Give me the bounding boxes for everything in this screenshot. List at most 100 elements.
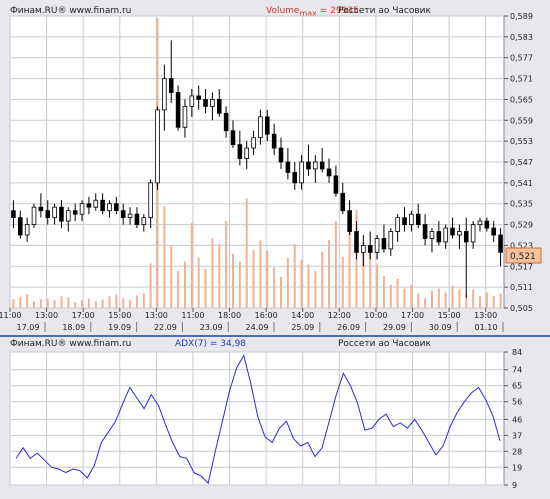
volume-bar [33,301,36,308]
candle-body [52,206,57,219]
volume-bar [142,293,145,308]
volume-bar [94,301,97,308]
candle-body [216,99,222,114]
candle-body [244,147,249,159]
volume-bar [190,222,193,308]
volume-bar [149,263,152,308]
volume-bar [430,290,433,308]
candle-body [292,172,298,184]
volume-bar [135,295,138,308]
candle-body [450,227,455,236]
price-tick-label: 0,517 [510,262,533,271]
volume-bar [87,298,90,308]
adx-tick-label: 65 [512,382,522,391]
volume-bar [12,299,15,308]
volume-bar [341,256,344,308]
price-tick-label: 0,553 [510,137,533,146]
candle-body [381,238,387,250]
candle-body [443,227,448,243]
candle-body [278,147,284,163]
adx-plot-area [9,351,505,486]
adx-tick-label: 28 [512,447,522,456]
candle-body [100,199,105,212]
date-tick-label: 29.09 [383,323,406,332]
candle-body [86,203,92,208]
candle-body [168,78,174,93]
date-tick-label: 30.09 [429,323,452,332]
date-tick-label: 19.09 [108,323,131,332]
candle-body [155,109,160,184]
price-tick-label: 0,547 [510,158,533,167]
candle-body [470,224,476,243]
candle-body [388,231,394,250]
volume-bar [458,289,461,308]
candle-body [148,182,153,219]
time-tick-label: 10:00 [364,311,387,320]
candle-body [127,213,133,219]
volume-bar [238,261,241,308]
candle-body [340,192,346,212]
volume-bar [300,259,303,308]
adx-tick-label: 9 [512,481,517,490]
time-tick-label: 17:00 [72,311,95,320]
candle-body [299,161,304,184]
volume-bar [417,293,420,308]
volume-bar [218,244,221,308]
candle-body [93,199,99,208]
volume-bar [328,240,331,308]
time-tick-label: 13:00 [35,311,58,320]
last-price-value: 0,521 [510,252,536,262]
volume-bar [252,249,255,308]
candle-body [162,78,167,111]
price-tick-label: 0,583 [510,33,533,42]
volume-bar [53,300,56,308]
time-tick-label: 16:00 [255,311,278,320]
last-price-marker: 0,521 [505,247,542,264]
date-tick-label: 17.09 [17,323,40,332]
date-tick-label: 18.09 [62,323,85,332]
candle-body [463,231,469,243]
time-tick-label: 13:00 [474,311,497,320]
volume-bar [492,296,495,308]
candle-body [477,220,483,225]
volume-bar [382,276,385,308]
volume-bar [314,271,317,308]
volume-bar [122,298,125,308]
adx-axis-labels: 84 74 65 56 46 37 28 19 9 [504,348,522,490]
candle-body [79,203,85,215]
candle-body [498,234,503,253]
volume-bar [499,293,502,308]
volume-bar [472,289,475,308]
volume-bar [225,220,228,308]
price-tick-label: 0,529 [510,221,533,230]
time-tick-label: 15:00 [108,311,131,320]
candle-body [59,206,64,222]
candle-body [306,161,311,170]
volume-bar [115,294,118,308]
volume-bar [39,299,42,308]
volume-bar [321,251,324,308]
adx-chart: 84 74 65 56 46 37 28 19 9 [9,348,522,490]
volume-bar [163,206,166,308]
candle-body [230,130,236,146]
time-tick-label: 15:00 [438,311,461,320]
volume-bar [293,244,296,308]
candle-body [182,105,188,128]
volume-bar [437,288,440,308]
volume-bar [424,298,427,308]
time-tick-label: 13:00 [145,311,168,320]
candle-body [326,168,332,177]
candle-body [45,210,51,219]
candle-body [409,213,414,225]
date-tick-label: 24.09 [246,323,269,332]
volume-bar [177,271,180,308]
price-tick-label: 0,559 [510,116,533,125]
volume-bar [410,284,413,308]
volume-bar [129,300,132,308]
volume-bar [478,296,481,308]
candle-body [31,206,37,225]
volume-bar [67,297,70,308]
time-tick-label: 12:00 [328,311,351,320]
panel-separator [0,335,550,337]
date-tick-label: 01.10 [475,323,498,332]
